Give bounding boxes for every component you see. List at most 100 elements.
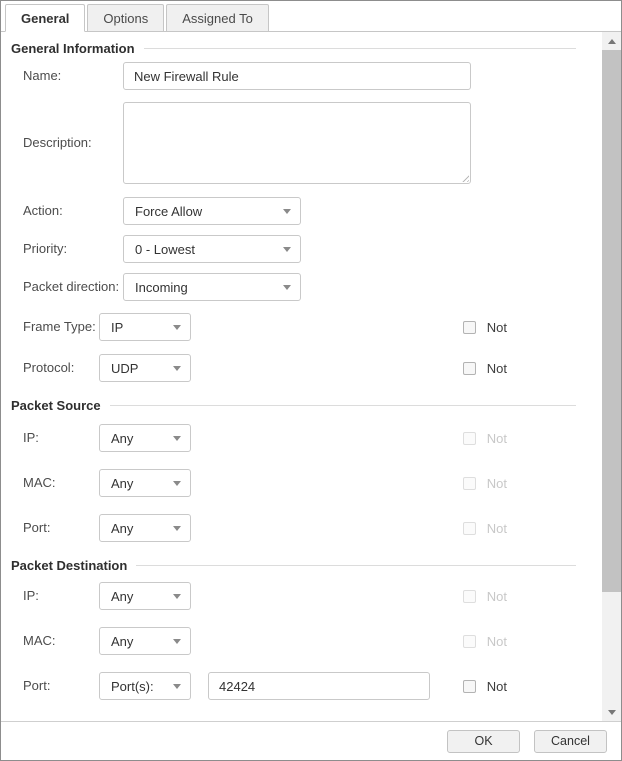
source-ip-select-value: Any <box>111 431 133 446</box>
dest-port-not-checkbox[interactable] <box>463 680 476 693</box>
dest-mac-not-checkbox <box>463 635 476 648</box>
frame-type-not-group: Not <box>463 320 507 335</box>
chevron-down-icon <box>173 594 181 599</box>
frame-type-select[interactable]: IP <box>99 313 191 341</box>
action-select[interactable]: Force Allow <box>123 197 301 225</box>
form-row-protocol: Protocol: UDP Not <box>23 354 602 382</box>
source-mac-select-value: Any <box>111 476 133 491</box>
chevron-down-icon <box>283 247 291 252</box>
source-port-not-checkbox <box>463 522 476 535</box>
form-row-priority: Priority: 0 - Lowest <box>23 235 602 263</box>
source-mac-not-label: Not <box>487 476 507 491</box>
frame-type-select-value: IP <box>111 320 123 335</box>
description-label: Description: <box>23 135 123 151</box>
source-mac-not-checkbox <box>463 477 476 490</box>
dest-ip-label: IP: <box>23 588 99 604</box>
tab-options-label: Options <box>103 11 148 26</box>
form-row-dest-mac: MAC: Any Not <box>23 627 602 655</box>
packet-direction-label: Packet direction: <box>23 279 123 295</box>
section-rule-line <box>136 565 576 566</box>
chevron-down-icon <box>173 526 181 531</box>
packet-direction-select[interactable]: Incoming <box>123 273 301 301</box>
source-port-label: Port: <box>23 520 99 536</box>
dest-port-not-group: Not <box>463 679 507 694</box>
tab-assigned-to[interactable]: Assigned To <box>166 4 269 32</box>
tab-options[interactable]: Options <box>87 4 164 32</box>
chevron-down-icon <box>173 325 181 330</box>
priority-select-value: 0 - Lowest <box>135 242 195 257</box>
name-input[interactable] <box>123 62 471 90</box>
action-label: Action: <box>23 203 123 219</box>
source-ip-label: IP: <box>23 430 99 446</box>
chevron-down-icon <box>173 481 181 486</box>
priority-select[interactable]: 0 - Lowest <box>123 235 301 263</box>
source-ip-not-group: Not <box>463 431 507 446</box>
dest-port-not-label: Not <box>487 679 507 694</box>
source-port-not-label: Not <box>487 521 507 536</box>
source-mac-select[interactable]: Any <box>99 469 191 497</box>
source-port-not-group: Not <box>463 521 507 536</box>
chevron-down-icon <box>173 366 181 371</box>
ok-button[interactable]: OK <box>447 730 520 753</box>
frame-type-label: Frame Type: <box>23 319 99 335</box>
form-row-source-ip: IP: Any Not <box>23 424 602 452</box>
form-row-source-port: Port: Any Not <box>23 514 602 542</box>
form-row-dest-port: Port: Port(s): Not <box>23 672 602 700</box>
protocol-not-label: Not <box>487 361 507 376</box>
dest-port-mode-select-value: Port(s): <box>111 679 154 694</box>
dest-mac-select-value: Any <box>111 634 133 649</box>
source-ip-select[interactable]: Any <box>99 424 191 452</box>
section-title-general-information: General Information <box>11 41 576 56</box>
protocol-label: Protocol: <box>23 360 99 376</box>
scrollbar-thumb[interactable] <box>602 50 621 592</box>
section-rule-line <box>144 48 576 49</box>
scrollbar-up-button[interactable] <box>602 32 621 50</box>
dest-mac-label: MAC: <box>23 633 99 649</box>
form-row-source-mac: MAC: Any Not <box>23 469 602 497</box>
protocol-select[interactable]: UDP <box>99 354 191 382</box>
chevron-down-icon <box>173 639 181 644</box>
form-row-description: Description: <box>23 102 602 184</box>
chevron-down-icon <box>173 436 181 441</box>
source-mac-not-group: Not <box>463 476 507 491</box>
dest-ip-select-value: Any <box>111 589 133 604</box>
tab-assigned-to-label: Assigned To <box>182 11 253 26</box>
form-row-packet-direction: Packet direction: Incoming <box>23 273 602 301</box>
vertical-scrollbar[interactable] <box>602 32 621 721</box>
form-content: General Information Name: Description: A… <box>1 32 621 721</box>
dialog-footer: OK Cancel <box>1 721 621 760</box>
protocol-not-group: Not <box>463 361 507 376</box>
protocol-not-checkbox[interactable] <box>463 362 476 375</box>
dest-ip-not-label: Not <box>487 589 507 604</box>
cancel-button[interactable]: Cancel <box>534 730 607 753</box>
action-select-value: Force Allow <box>135 204 202 219</box>
dest-ip-not-checkbox <box>463 590 476 603</box>
dest-port-input[interactable] <box>208 672 430 700</box>
source-mac-label: MAC: <box>23 475 99 491</box>
dest-mac-select[interactable]: Any <box>99 627 191 655</box>
source-ip-not-checkbox <box>463 432 476 445</box>
frame-type-not-label: Not <box>487 320 507 335</box>
firewall-rule-dialog: General Options Assigned To General Info… <box>0 0 622 761</box>
source-port-select-value: Any <box>111 521 133 536</box>
chevron-down-icon <box>283 209 291 214</box>
section-title-packet-destination: Packet Destination <box>11 558 576 573</box>
chevron-down-icon <box>173 684 181 689</box>
priority-label: Priority: <box>23 241 123 257</box>
tab-general[interactable]: General <box>5 4 85 32</box>
form-row-dest-ip: IP: Any Not <box>23 582 602 610</box>
scrollbar-down-button[interactable] <box>602 703 621 721</box>
dest-ip-select[interactable]: Any <box>99 582 191 610</box>
dest-mac-not-label: Not <box>487 634 507 649</box>
section-title-packet-source: Packet Source <box>11 398 576 413</box>
protocol-select-value: UDP <box>111 361 138 376</box>
source-ip-not-label: Not <box>487 431 507 446</box>
dest-port-mode-select[interactable]: Port(s): <box>99 672 191 700</box>
description-textarea[interactable] <box>123 102 471 184</box>
tab-bar: General Options Assigned To <box>1 1 621 32</box>
arrow-up-icon <box>608 39 616 44</box>
dest-mac-not-group: Not <box>463 634 507 649</box>
frame-type-not-checkbox[interactable] <box>463 321 476 334</box>
source-port-select[interactable]: Any <box>99 514 191 542</box>
arrow-down-icon <box>608 710 616 715</box>
